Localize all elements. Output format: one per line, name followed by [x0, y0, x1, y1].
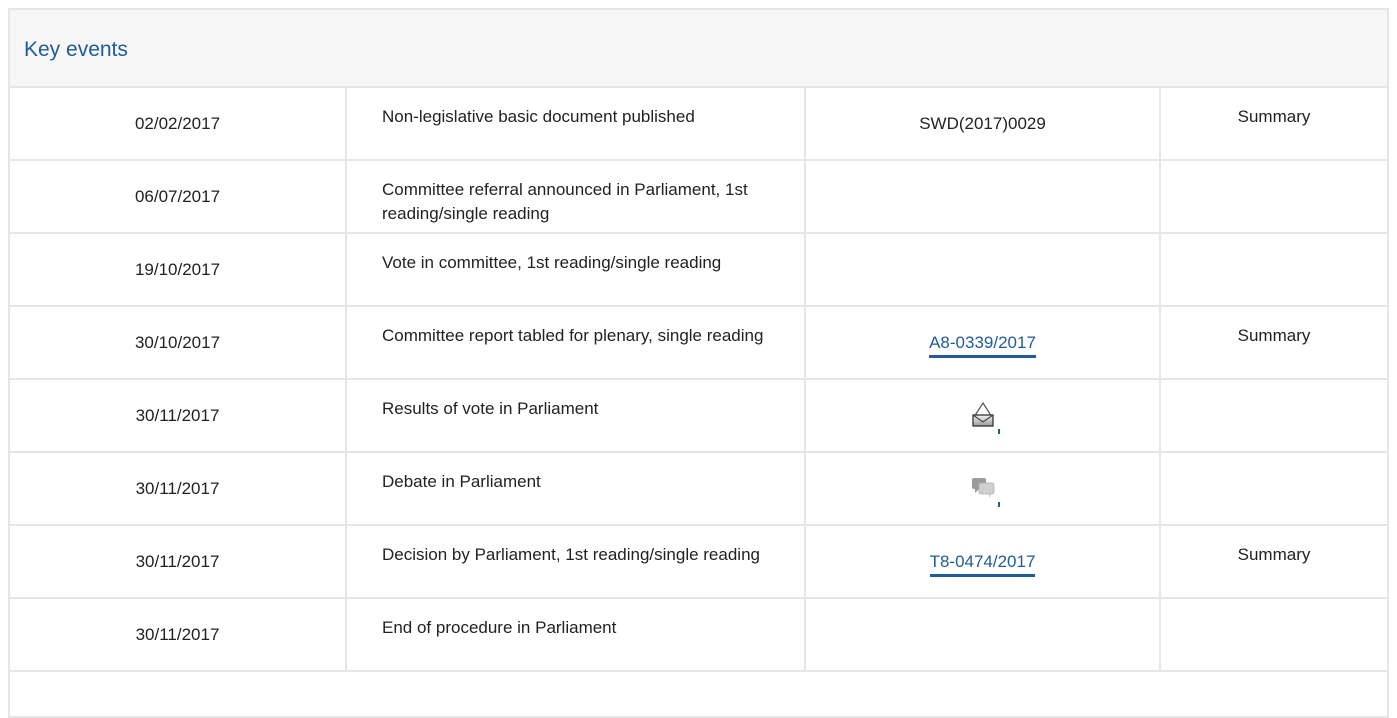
event-document: [806, 234, 1161, 305]
event-document: SWD(2017)0029: [806, 88, 1161, 159]
table-row: 02/02/2017 Non-legislative basic documen…: [10, 88, 1387, 161]
link-marker: [997, 429, 1000, 434]
event-date: 30/11/2017: [10, 599, 347, 670]
event-date: 30/11/2017: [10, 453, 347, 524]
event-description: End of procedure in Parliament: [347, 599, 806, 670]
event-document: [806, 599, 1161, 670]
event-description: Committee referral announced in Parliame…: [347, 161, 806, 232]
event-date: 30/11/2017: [10, 526, 347, 597]
event-date: 30/10/2017: [10, 307, 347, 378]
summary-cell: [1161, 234, 1387, 305]
table-row: 30/10/2017 Committee report tabled for p…: [10, 307, 1387, 380]
event-date: 02/02/2017: [10, 88, 347, 159]
panel-header: Key events: [10, 10, 1387, 88]
table-row: 30/11/2017 Debate in Parliament: [10, 453, 1387, 526]
document-reference: SWD(2017)0029: [919, 114, 1046, 133]
event-description: Debate in Parliament: [347, 453, 806, 524]
table-row: 30/11/2017 Decision by Parliament, 1st r…: [10, 526, 1387, 599]
link-marker: [997, 502, 1000, 507]
summary-cell: [1161, 161, 1387, 232]
summary-cell: [1161, 453, 1387, 524]
event-description: Committee report tabled for plenary, sin…: [347, 307, 806, 378]
event-date: 06/07/2017: [10, 161, 347, 232]
event-document: T8-0474/2017: [806, 526, 1161, 597]
event-date: 19/10/2017: [10, 234, 347, 305]
key-events-panel: Key events 02/02/2017 Non-legislative ba…: [8, 8, 1389, 718]
ballot-box-icon[interactable]: [968, 400, 1000, 434]
event-document: [806, 380, 1161, 451]
summary-label[interactable]: Summary: [1161, 307, 1387, 378]
table-row: 30/11/2017 Results of vote in Parliament: [10, 380, 1387, 453]
event-date: 30/11/2017: [10, 380, 347, 451]
panel-title: Key events: [24, 37, 128, 61]
document-link[interactable]: T8-0474/2017: [929, 552, 1036, 577]
event-description: Decision by Parliament, 1st reading/sing…: [347, 526, 806, 597]
event-document: [806, 161, 1161, 232]
event-description: Non-legislative basic document published: [347, 88, 806, 159]
summary-label[interactable]: Summary: [1161, 88, 1387, 159]
table-row: 06/07/2017 Committee referral announced …: [10, 161, 1387, 234]
summary-label[interactable]: Summary: [1161, 526, 1387, 597]
event-document: [806, 453, 1161, 524]
table-row: 30/11/2017 End of procedure in Parliamen…: [10, 599, 1387, 672]
summary-cell: [1161, 599, 1387, 670]
event-document: A8-0339/2017: [806, 307, 1161, 378]
event-description: Results of vote in Parliament: [347, 380, 806, 451]
document-link[interactable]: A8-0339/2017: [929, 333, 1036, 358]
table-row: 19/10/2017 Vote in committee, 1st readin…: [10, 234, 1387, 307]
summary-cell: [1161, 380, 1387, 451]
event-description: Vote in committee, 1st reading/single re…: [347, 234, 806, 305]
speech-bubbles-icon[interactable]: [968, 473, 1000, 507]
